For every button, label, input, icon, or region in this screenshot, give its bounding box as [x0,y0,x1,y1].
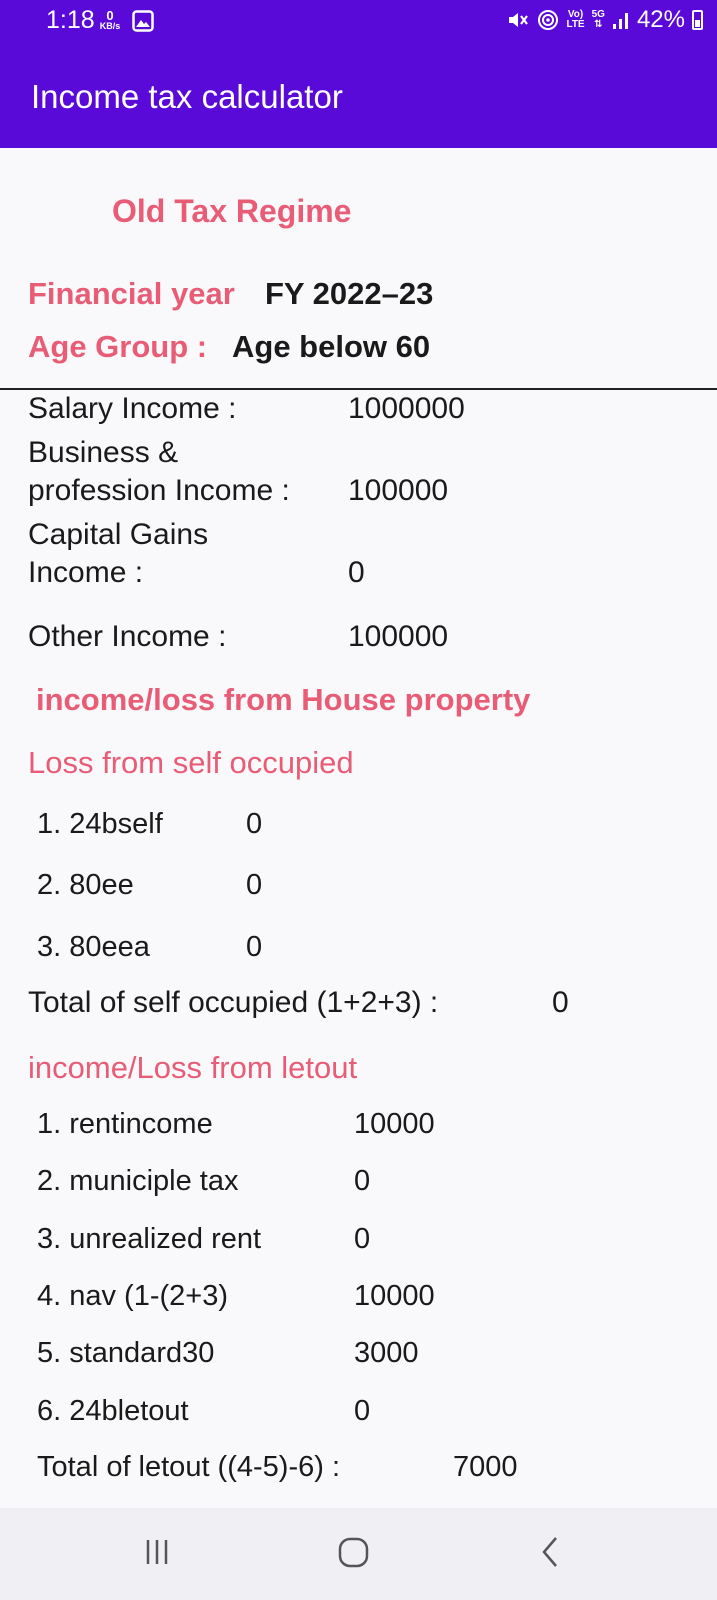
capital-gains-value[interactable]: 0 [348,556,365,590]
other-income-value[interactable]: 100000 [348,620,448,654]
letout-total-value: 7000 [453,1451,518,1483]
letout-item-label: 3. unrealized rent [37,1223,262,1255]
letout-total-label: Total of letout ((4-5)-6) : [37,1451,340,1483]
status-icons: Vo) LTE 5G ⇅ 42% [506,6,703,34]
age-group-value[interactable]: Age below 60 [232,329,430,365]
volte-indicator: Vo) LTE [566,10,584,30]
signal-icon [612,10,630,30]
calculator-content[interactable]: Old Tax Regime Financial year FY 2022–23… [0,148,717,1508]
business-income-value[interactable]: 100000 [348,474,448,508]
business-income-label-line1: Business & [28,436,179,469]
navigation-bar [0,1508,717,1600]
salary-income-label: Salary Income : [28,392,237,425]
app-title: Income tax calculator [31,78,343,115]
house-property-heading: income/loss from House property [36,682,531,717]
network-speed: 0 KB/s [96,9,124,31]
letout-item-label: 2. municiple tax [37,1165,239,1197]
self-item-value[interactable]: 0 [246,869,262,902]
self-occupied-heading: Loss from self occupied [28,745,354,780]
self-item-label: 3. 80eea [37,931,150,963]
letout-item-value[interactable]: 0 [354,1165,370,1198]
app-bar: Income tax calculator [0,44,717,148]
status-bar: 1:18 0 KB/s Vo) LTE 5G ⇅ 42% [0,0,717,44]
battery-percent: 42% [636,6,685,33]
age-group-label: Age Group : [28,329,208,364]
self-item-value[interactable]: 0 [246,931,262,964]
letout-item-label: 1. rentincome [37,1108,213,1140]
image-icon [132,10,154,37]
letout-item-label: 4. nav (1-(2+3) [37,1280,229,1312]
self-occupied-total-label: Total of self occupied (1+2+3) : [28,986,439,1019]
recents-icon[interactable] [140,1532,176,1577]
network-speed-unit: KB/s [99,21,121,31]
self-item-label: 1. 24bself [37,808,163,840]
letout-item-value[interactable]: 0 [354,1223,370,1256]
battery-icon [692,10,703,30]
self-occupied-total-value: 0 [552,986,569,1019]
self-item-label: 2. 80ee [37,869,134,901]
home-icon[interactable] [334,1532,374,1577]
status-time: 1:18 [46,6,95,34]
5g-indicator: 5G ⇅ [592,10,605,30]
letout-heading: income/Loss from letout [28,1050,358,1085]
capital-gains-label-line2: Income : [28,556,144,589]
letout-item-value[interactable]: 10000 [354,1108,435,1141]
letout-item-label: 6. 24bletout [37,1395,189,1427]
letout-item-label: 5. standard30 [37,1337,215,1369]
volte-bottom: LTE [566,19,585,30]
regime-title: Old Tax Regime [112,193,352,229]
hotspot-icon [537,9,559,31]
back-icon[interactable] [532,1532,568,1577]
business-income-label-line2: profession Income : [28,474,290,507]
mute-vibrate-icon [506,9,530,31]
letout-item-value: 10000 [354,1280,435,1312]
data-arrows-icon: ⇅ [594,19,603,30]
other-income-label: Other Income : [28,620,227,653]
self-item-value[interactable]: 0 [246,808,262,841]
letout-item-value[interactable]: 0 [354,1395,370,1428]
salary-income-value[interactable]: 1000000 [348,392,465,426]
financial-year-label: Financial year [28,276,235,311]
letout-item-value: 3000 [354,1337,419,1369]
financial-year-value[interactable]: FY 2022–23 [265,276,433,312]
capital-gains-label-line1: Capital Gains [28,518,209,551]
divider [0,388,717,390]
